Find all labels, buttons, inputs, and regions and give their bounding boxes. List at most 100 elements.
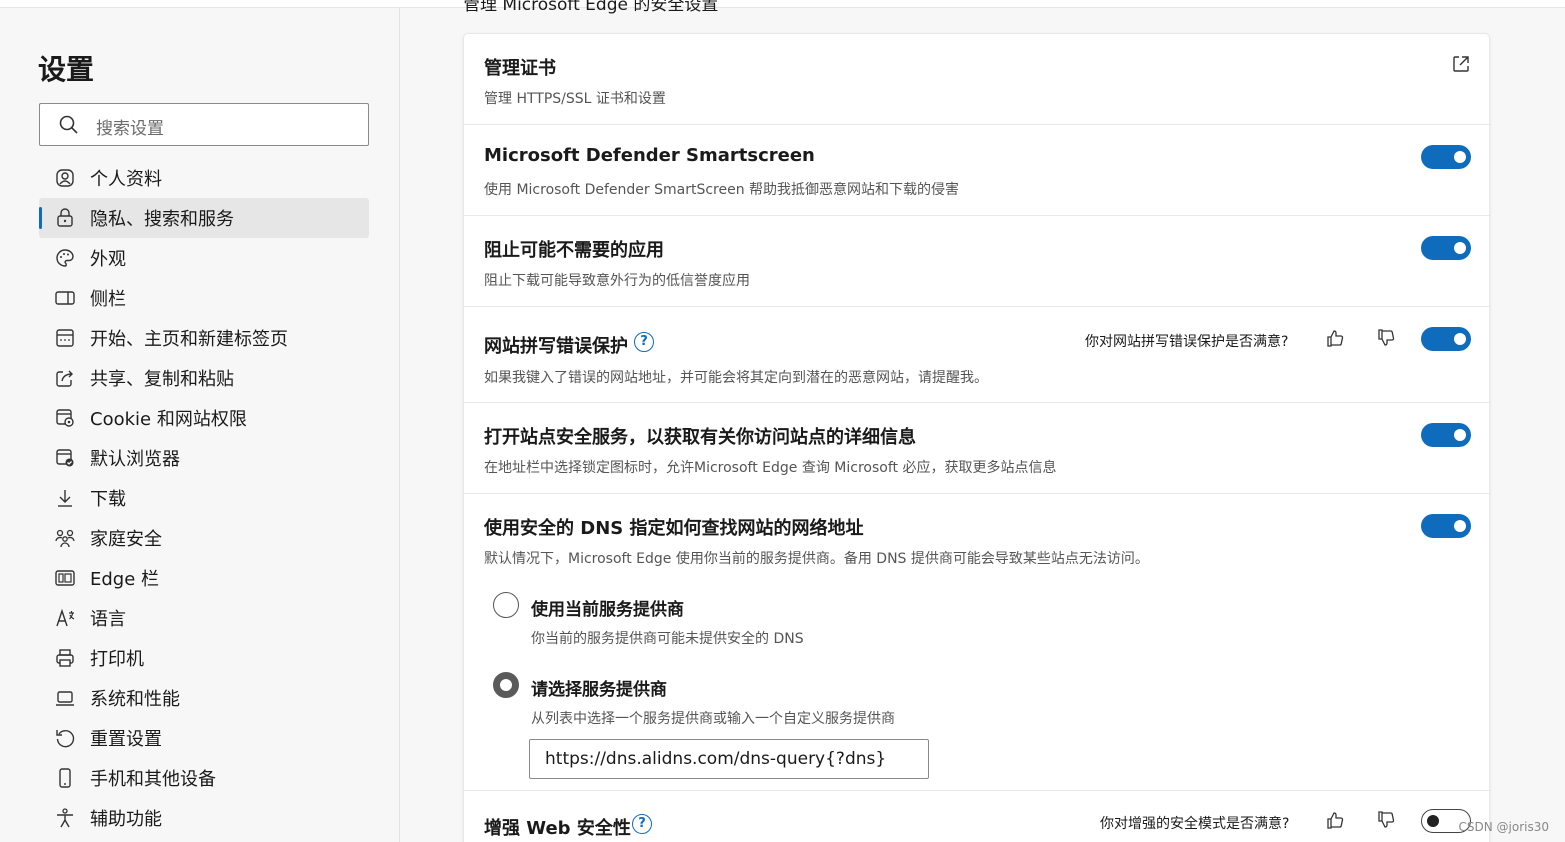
sidebar-item-label: 手机和其他设备 xyxy=(90,769,216,790)
sidebar-nav: 个人资料 隐私、搜索和服务 外观 侧栏 开始、主页和新建标签页 共享、复制和粘贴… xyxy=(39,158,369,838)
security-settings-card: 管理证书 管理 HTTPS/SSL 证书和设置 Microsoft Defend… xyxy=(463,33,1491,842)
sidebar-item-label: 下载 xyxy=(90,489,126,510)
sidebar-item-label: 家庭安全 xyxy=(90,529,162,550)
sidebar-item-appearance[interactable]: 外观 xyxy=(39,238,369,278)
setting-smartscreen: Microsoft Defender Smartscreen 使用 Micros… xyxy=(464,125,1491,216)
dns-provider-input[interactable] xyxy=(529,739,929,779)
sidebar-item-start-home-newtab[interactable]: 开始、主页和新建标签页 xyxy=(39,318,369,358)
sidebar-item-label: 外观 xyxy=(90,249,126,270)
palette-icon xyxy=(53,246,77,270)
help-icon[interactable]: ? xyxy=(632,814,652,834)
laptop-icon xyxy=(53,686,77,710)
sidebar-item-reset[interactable]: 重置设置 xyxy=(39,718,369,758)
toggle-knob xyxy=(1454,520,1466,532)
secure-dns-toggle[interactable] xyxy=(1421,514,1471,538)
sidebar-item-cookies[interactable]: Cookie 和网站权限 xyxy=(39,398,369,438)
setting-description: 阻止下载可能导致意外行为的低信誉度应用 xyxy=(484,273,750,289)
setting-description: 管理 HTTPS/SSL 证书和设置 xyxy=(484,91,666,107)
toggle-knob xyxy=(1454,333,1466,345)
phone-icon xyxy=(53,766,77,790)
setting-title: 管理证书 xyxy=(484,58,556,79)
accessibility-icon xyxy=(53,806,77,830)
sidebar-item-default-browser[interactable]: 默认浏览器 xyxy=(39,438,369,478)
sidebar-item-system-performance[interactable]: 系统和性能 xyxy=(39,678,369,718)
setting-title: 网站拼写错误保护 xyxy=(484,336,628,357)
thumbs-down-icon[interactable] xyxy=(1376,328,1396,348)
sidebar-item-label: 语言 xyxy=(90,609,126,630)
setting-enhanced-security: 增强 Web 安全性 ? 你对增强的安全模式是否满意? xyxy=(464,791,1491,842)
sidebar-item-label: 重置设置 xyxy=(90,729,162,750)
share-icon xyxy=(53,366,77,390)
sidebar-item-edge-bar[interactable]: Edge 栏 xyxy=(39,558,369,598)
sidebar-item-family-safety[interactable]: 家庭安全 xyxy=(39,518,369,558)
browser-icon xyxy=(53,446,77,470)
sidebar-icon xyxy=(53,286,77,310)
settings-sidebar: 设置 搜索设置 个人资料 隐私、搜索和服务 外观 侧栏 开始、主页和新建标签页 … xyxy=(0,8,400,842)
thumbs-down-icon[interactable] xyxy=(1376,810,1396,830)
search-input[interactable]: 搜索设置 xyxy=(96,114,164,139)
sidebar-item-phone-devices[interactable]: 手机和其他设备 xyxy=(39,758,369,798)
sidebar-item-label: 侧栏 xyxy=(90,289,126,310)
setting-manage-certificates[interactable]: 管理证书 管理 HTTPS/SSL 证书和设置 xyxy=(464,34,1491,125)
family-icon xyxy=(53,526,77,550)
section-heading: 管理 Microsoft Edge 的安全设置 xyxy=(463,0,719,15)
toggle-knob xyxy=(1454,429,1466,441)
cookie-icon xyxy=(53,406,77,430)
sidebar-item-downloads[interactable]: 下载 xyxy=(39,478,369,518)
setting-title: 使用安全的 DNS 指定如何查找网站的网络地址 xyxy=(484,518,864,539)
sidebar-item-label: 个人资料 xyxy=(90,169,162,190)
sidebar-item-label: 共享、复制和粘贴 xyxy=(90,369,234,390)
language-icon xyxy=(53,606,77,630)
sidebar-item-label: 默认浏览器 xyxy=(90,449,180,470)
setting-block-pua: 阻止可能不需要的应用 阻止下载可能导致意外行为的低信誉度应用 xyxy=(464,216,1491,307)
option-title: 请选择服务提供商 xyxy=(531,680,667,700)
setting-title: 阻止可能不需要的应用 xyxy=(484,240,664,261)
watermark: CSDN @joris30 xyxy=(1458,820,1550,834)
search-icon xyxy=(59,115,78,134)
toggle-knob xyxy=(1427,815,1439,827)
sidebar-item-printers[interactable]: 打印机 xyxy=(39,638,369,678)
sidebar-item-profile[interactable]: 个人资料 xyxy=(39,158,369,198)
home-tab-icon xyxy=(53,326,77,350)
smartscreen-toggle[interactable] xyxy=(1421,145,1471,169)
sidebar-item-label: 隐私、搜索和服务 xyxy=(90,209,234,230)
setting-description: 使用 Microsoft Defender SmartScreen 帮助我抵御恶… xyxy=(484,182,960,198)
external-link-icon[interactable] xyxy=(1451,54,1471,74)
setting-title: 增强 Web 安全性 xyxy=(484,818,631,839)
option-title: 使用当前服务提供商 xyxy=(531,600,684,620)
sidebar-item-accessibility[interactable]: 辅助功能 xyxy=(39,798,369,838)
window-top-edge xyxy=(0,0,1565,8)
sidebar-item-share[interactable]: 共享、复制和粘贴 xyxy=(39,358,369,398)
setting-typo-protection: 网站拼写错误保护 ? 如果我键入了错误的网站地址，并可能会将其定向到潜在的恶意网… xyxy=(464,307,1491,403)
sidebar-item-label: Cookie 和网站权限 xyxy=(90,409,247,430)
sidebar-item-label: 打印机 xyxy=(90,649,144,670)
sidebar-item-label: Edge 栏 xyxy=(90,569,160,590)
help-icon[interactable]: ? xyxy=(634,332,654,352)
edge-bar-icon xyxy=(53,566,77,590)
thumbs-up-icon[interactable] xyxy=(1325,810,1345,830)
sidebar-item-privacy[interactable]: 隐私、搜索和服务 xyxy=(39,198,369,238)
site-info-toggle[interactable] xyxy=(1421,423,1471,447)
search-settings-box[interactable]: 搜索设置 xyxy=(39,103,369,146)
setting-title: Microsoft Defender Smartscreen xyxy=(484,145,815,166)
setting-description: 默认情况下，Microsoft Edge 使用你当前的服务提供商。备用 DNS … xyxy=(484,551,1149,567)
lock-icon xyxy=(53,206,77,230)
setting-description: 如果我键入了错误的网站地址，并可能会将其定向到潜在的恶意网站，请提醒我。 xyxy=(484,370,988,386)
sidebar-item-label: 系统和性能 xyxy=(90,689,180,710)
option-description: 你当前的服务提供商可能未提供安全的 DNS xyxy=(531,631,804,647)
typo-protection-toggle[interactable] xyxy=(1421,327,1471,351)
sidebar-item-sidebar[interactable]: 侧栏 xyxy=(39,278,369,318)
block-pua-toggle[interactable] xyxy=(1421,236,1471,260)
printer-icon xyxy=(53,646,77,670)
thumbs-up-icon[interactable] xyxy=(1325,328,1345,348)
setting-site-info-service: 打开站点安全服务，以获取有关你访问站点的详细信息 在地址栏中选择锁定图标时，允许… xyxy=(464,403,1491,494)
sidebar-title: 设置 xyxy=(38,53,95,86)
radio-current-provider[interactable] xyxy=(493,592,519,618)
option-description: 从列表中选择一个服务提供商或输入一个自定义服务提供商 xyxy=(531,711,895,727)
radio-choose-provider[interactable] xyxy=(493,672,519,698)
sidebar-item-label: 开始、主页和新建标签页 xyxy=(90,329,288,350)
setting-title: 打开站点安全服务，以获取有关你访问站点的详细信息 xyxy=(484,427,916,448)
sidebar-item-label: 辅助功能 xyxy=(90,809,162,830)
sidebar-item-languages[interactable]: 语言 xyxy=(39,598,369,638)
setting-description: 在地址栏中选择锁定图标时，允许Microsoft Edge 查询 Microso… xyxy=(484,460,1057,476)
